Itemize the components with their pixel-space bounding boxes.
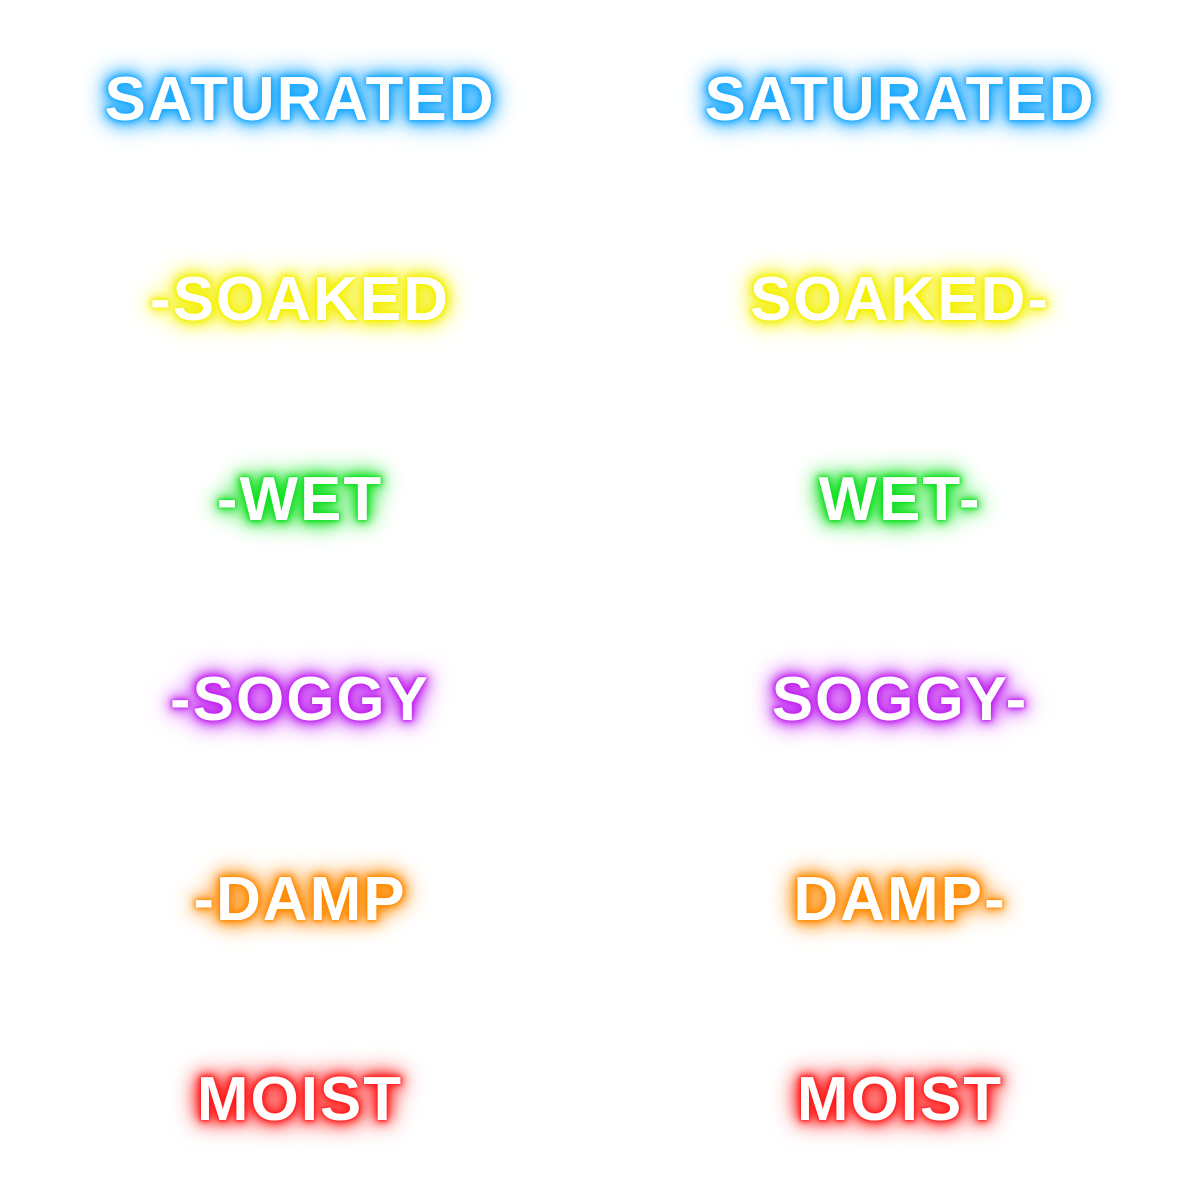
label-saturated-right: SATURATED	[704, 65, 1096, 134]
label-soggy-right: SOGGY-	[771, 665, 1029, 734]
label-cell-wet-left: -WET	[0, 400, 600, 600]
label-wet-right: WET-	[818, 465, 982, 534]
label-soggy-left: -SOGGY	[169, 665, 431, 734]
label-cell-moist-right: MOIST	[600, 1000, 1200, 1200]
label-cell-damp-right: DAMP-	[600, 800, 1200, 1000]
label-cell-saturated-right: SATURATED	[600, 0, 1200, 200]
label-cell-wet-right: WET-	[600, 400, 1200, 600]
label-damp-right: DAMP-	[793, 865, 1007, 934]
label-saturated-left: SATURATED	[104, 65, 496, 134]
label-sheet: SATURATED SATURATED -SOAKED SOAKED- -WET…	[0, 0, 1200, 1200]
label-cell-soaked-left: -SOAKED	[0, 200, 600, 400]
label-wet-left: -WET	[216, 465, 384, 534]
label-soaked-left: -SOAKED	[150, 265, 450, 334]
label-cell-moist-left: MOIST	[0, 1000, 600, 1200]
label-soaked-right: SOAKED-	[750, 265, 1050, 334]
label-cell-saturated-left: SATURATED	[0, 0, 600, 200]
label-moist-left: MOIST	[196, 1065, 404, 1134]
label-cell-soggy-right: SOGGY-	[600, 600, 1200, 800]
label-cell-damp-left: -DAMP	[0, 800, 600, 1000]
label-moist-right: MOIST	[796, 1065, 1004, 1134]
label-cell-soaked-right: SOAKED-	[600, 200, 1200, 400]
label-cell-soggy-left: -SOGGY	[0, 600, 600, 800]
label-damp-left: -DAMP	[193, 865, 407, 934]
